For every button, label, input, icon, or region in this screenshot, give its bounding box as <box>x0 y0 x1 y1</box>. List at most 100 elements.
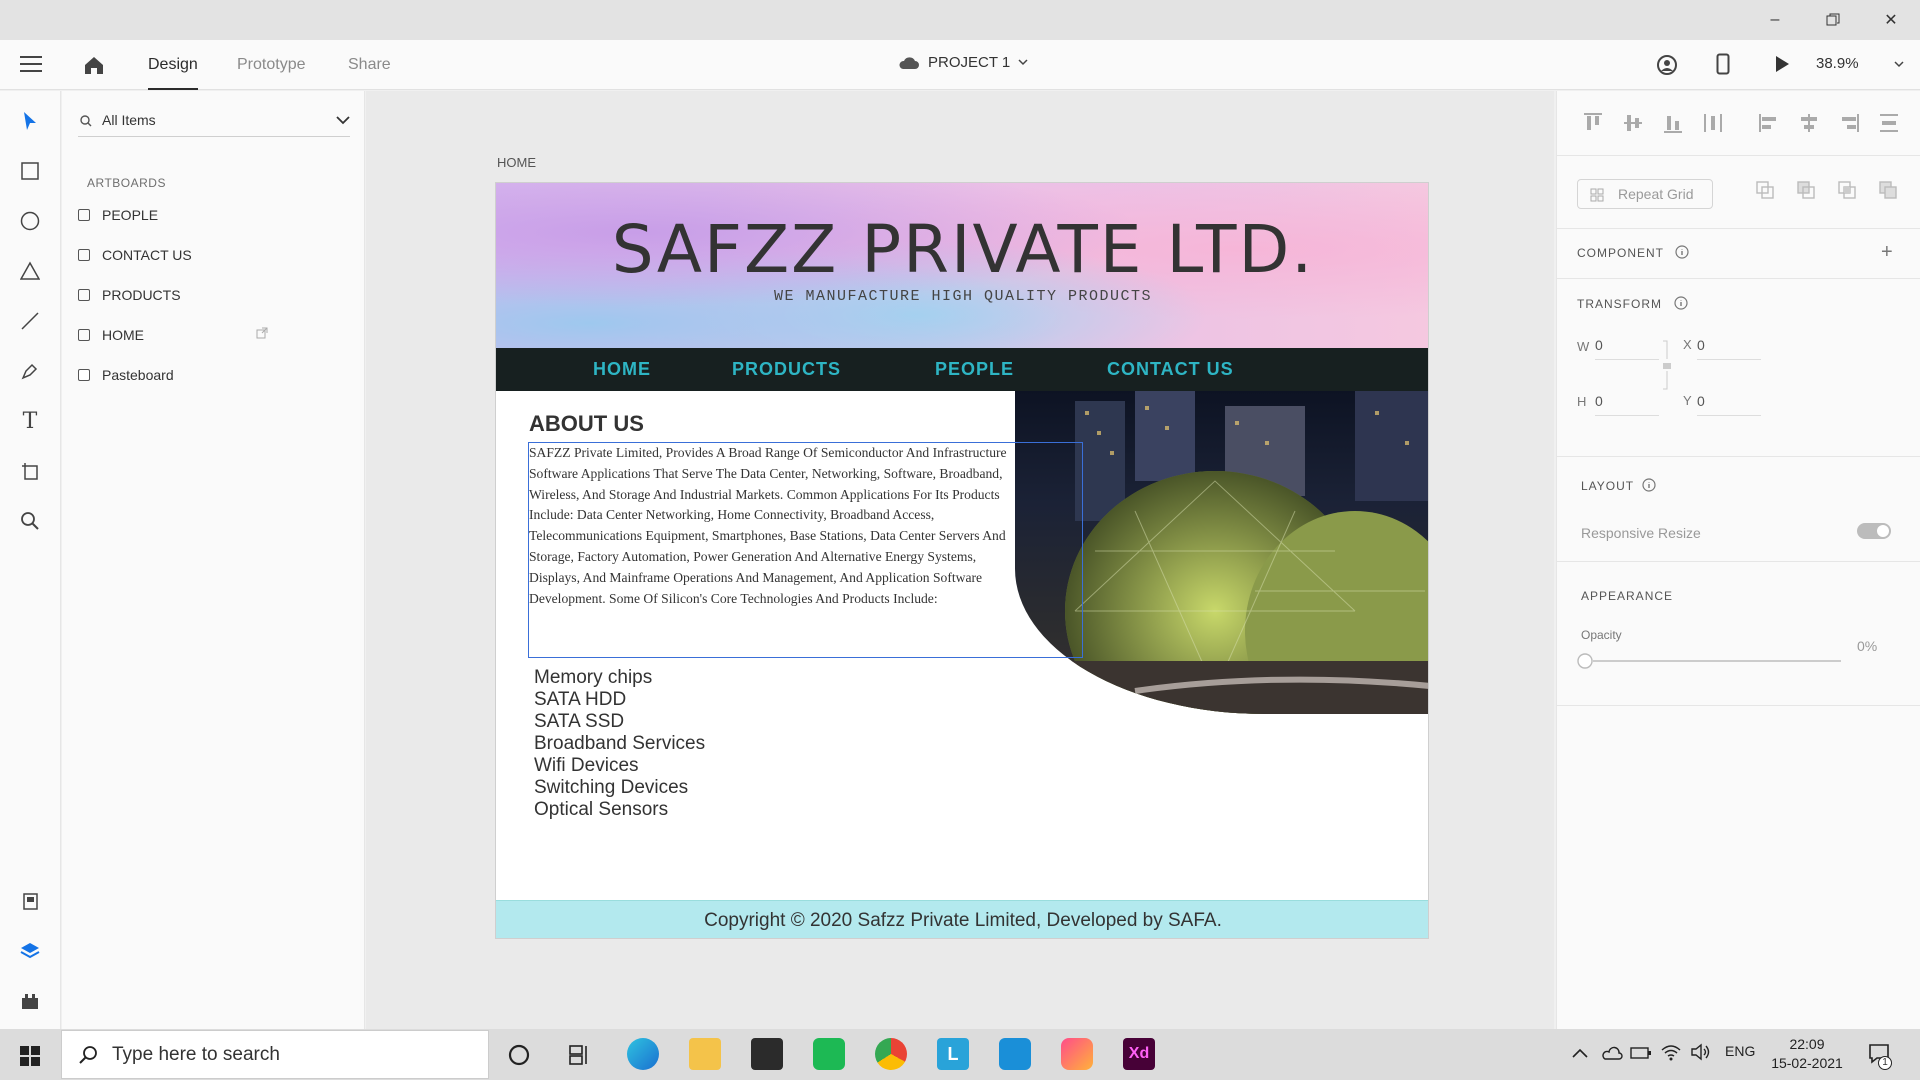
about-text-box[interactable]: SAFZZ Private Limited, Provides A Broad … <box>528 442 1083 658</box>
chrome-icon[interactable] <box>875 1038 907 1070</box>
add-component-button[interactable]: + <box>1881 241 1893 264</box>
app-header: Design Prototype Share PROJECT 1 38.9% <box>0 40 1920 90</box>
text-icon: T <box>22 408 38 434</box>
cortana-app-icon[interactable] <box>999 1038 1031 1070</box>
chevron-up-icon[interactable] <box>1572 1047 1588 1059</box>
text-tool[interactable]: T <box>18 408 42 434</box>
nav-home[interactable]: HOME <box>593 348 651 391</box>
nav-people[interactable]: PEOPLE <box>935 348 1014 391</box>
opacity-value[interactable]: 0% <box>1857 638 1877 654</box>
file-explorer-icon[interactable] <box>689 1038 721 1070</box>
pen-tool[interactable] <box>18 359 42 383</box>
task-view-icon[interactable] <box>568 1044 592 1066</box>
assets-icon <box>23 893 38 910</box>
zoom-level[interactable]: 38.9% <box>1816 55 1859 72</box>
play-icon[interactable] <box>1774 55 1790 73</box>
distribute-horizontal-icon[interactable] <box>1877 111 1901 135</box>
about-paragraph: SAFZZ Private Limited, Provides A Broad … <box>529 445 1007 606</box>
align-center-icon[interactable] <box>1797 111 1821 135</box>
share-user-icon[interactable] <box>1656 54 1678 76</box>
nav-contact-us[interactable]: CONTACT US <box>1107 348 1234 391</box>
artboard-title[interactable]: HOME <box>497 155 536 170</box>
layer-item-pasteboard[interactable]: Pasteboard <box>78 361 348 389</box>
layer-item-products[interactable]: PRODUCTS <box>78 281 348 309</box>
spotify-icon[interactable] <box>813 1038 845 1070</box>
list-item: Memory chips <box>534 667 653 688</box>
assets-button[interactable] <box>18 889 42 913</box>
onedrive-icon[interactable] <box>1601 1045 1623 1061</box>
store-icon[interactable] <box>751 1038 783 1070</box>
tab-prototype[interactable]: Prototype <box>237 40 305 90</box>
distribute-vertical-icon[interactable] <box>1701 111 1725 135</box>
info-icon[interactable] <box>1674 296 1688 310</box>
l-app-icon[interactable]: L <box>937 1038 969 1070</box>
battery-icon[interactable] <box>1630 1046 1652 1060</box>
info-icon[interactable] <box>1675 245 1689 259</box>
volume-icon[interactable] <box>1690 1043 1712 1061</box>
ellipse-tool[interactable] <box>18 209 42 233</box>
artboard-icon <box>78 249 90 261</box>
language-indicator[interactable]: ENG <box>1725 1043 1755 1059</box>
home-icon[interactable] <box>82 53 106 77</box>
minimize-button[interactable]: – <box>1746 0 1804 40</box>
layer-item-contact-us[interactable]: CONTACT US <box>78 241 348 269</box>
boolean-intersect-icon[interactable] <box>1837 180 1857 200</box>
zoom-chevron-icon[interactable] <box>1894 61 1904 68</box>
layer-item-people[interactable]: PEOPLE <box>78 201 348 229</box>
responsive-resize-label: Responsive Resize <box>1581 525 1701 541</box>
project-selector[interactable]: PROJECT 1 <box>898 54 1028 71</box>
taskbar-clock[interactable]: 22:09 15-02-2021 <box>1762 1035 1852 1073</box>
tab-share[interactable]: Share <box>348 40 391 90</box>
zoom-tool[interactable] <box>18 509 42 533</box>
layer-item-home[interactable]: HOME <box>78 321 348 349</box>
nav-products[interactable]: PRODUCTS <box>732 348 841 391</box>
rectangle-tool[interactable] <box>18 159 42 183</box>
align-middle-icon[interactable] <box>1621 111 1645 135</box>
home-artboard-link-icon[interactable] <box>256 327 268 339</box>
height-field[interactable]: 0 <box>1595 393 1659 416</box>
opacity-slider[interactable] <box>1577 651 1843 671</box>
transform-heading: TRANSFORM <box>1577 297 1662 311</box>
select-tool[interactable] <box>18 109 42 133</box>
taskbar-search[interactable]: Type here to search <box>61 1030 489 1079</box>
menu-icon[interactable] <box>20 56 42 74</box>
tab-design[interactable]: Design <box>148 40 198 90</box>
list-item: Switching Devices <box>534 777 689 798</box>
adobe-xd-icon[interactable]: Xd <box>1123 1038 1155 1070</box>
align-bottom-icon[interactable] <box>1661 111 1685 135</box>
home-artboard[interactable]: SAFZZ PRIVATE LTD. WE MANUFACTURE HIGH Q… <box>495 182 1429 939</box>
boolean-add-icon[interactable] <box>1755 180 1775 200</box>
line-tool[interactable] <box>18 309 42 333</box>
opacity-label: Opacity <box>1581 628 1622 642</box>
align-top-icon[interactable] <box>1581 111 1605 135</box>
repeat-grid-button[interactable]: Repeat Grid <box>1577 179 1713 209</box>
site-subtitle: WE MANUFACTURE HIGH QUALITY PRODUCTS <box>773 288 1153 305</box>
list-item: Broadband Services <box>534 733 706 754</box>
lock-aspect-icon[interactable] <box>1661 339 1673 391</box>
align-right-icon[interactable] <box>1837 111 1861 135</box>
artboard-tool[interactable] <box>18 459 42 483</box>
polygon-tool[interactable] <box>18 259 42 283</box>
boolean-exclude-icon[interactable] <box>1878 180 1898 200</box>
width-field[interactable]: 0 <box>1595 337 1659 360</box>
layers-search[interactable]: All Items <box>78 107 350 137</box>
plugins-button[interactable] <box>18 989 42 1013</box>
creative-cloud-icon[interactable] <box>1061 1038 1093 1070</box>
chevron-down-icon[interactable] <box>336 116 350 125</box>
cortana-icon[interactable] <box>508 1044 530 1066</box>
align-left-icon[interactable] <box>1757 111 1781 135</box>
boolean-subtract-icon[interactable] <box>1796 180 1816 200</box>
close-button[interactable]: ✕ <box>1862 0 1920 40</box>
pointer-icon <box>24 112 36 130</box>
edge-icon[interactable] <box>627 1038 659 1070</box>
responsive-resize-toggle[interactable] <box>1857 523 1891 539</box>
layers-button[interactable] <box>18 939 42 963</box>
wifi-icon[interactable] <box>1660 1043 1682 1061</box>
restore-button[interactable] <box>1804 0 1862 40</box>
device-preview-icon[interactable] <box>1716 53 1730 75</box>
x-field[interactable]: 0 <box>1697 337 1761 360</box>
y-field[interactable]: 0 <box>1697 393 1761 416</box>
info-icon[interactable] <box>1642 478 1656 492</box>
windows-taskbar: Type here to search L Xd ENG 22:09 15-02… <box>0 1029 1920 1080</box>
windows-start-icon[interactable] <box>20 1046 40 1066</box>
